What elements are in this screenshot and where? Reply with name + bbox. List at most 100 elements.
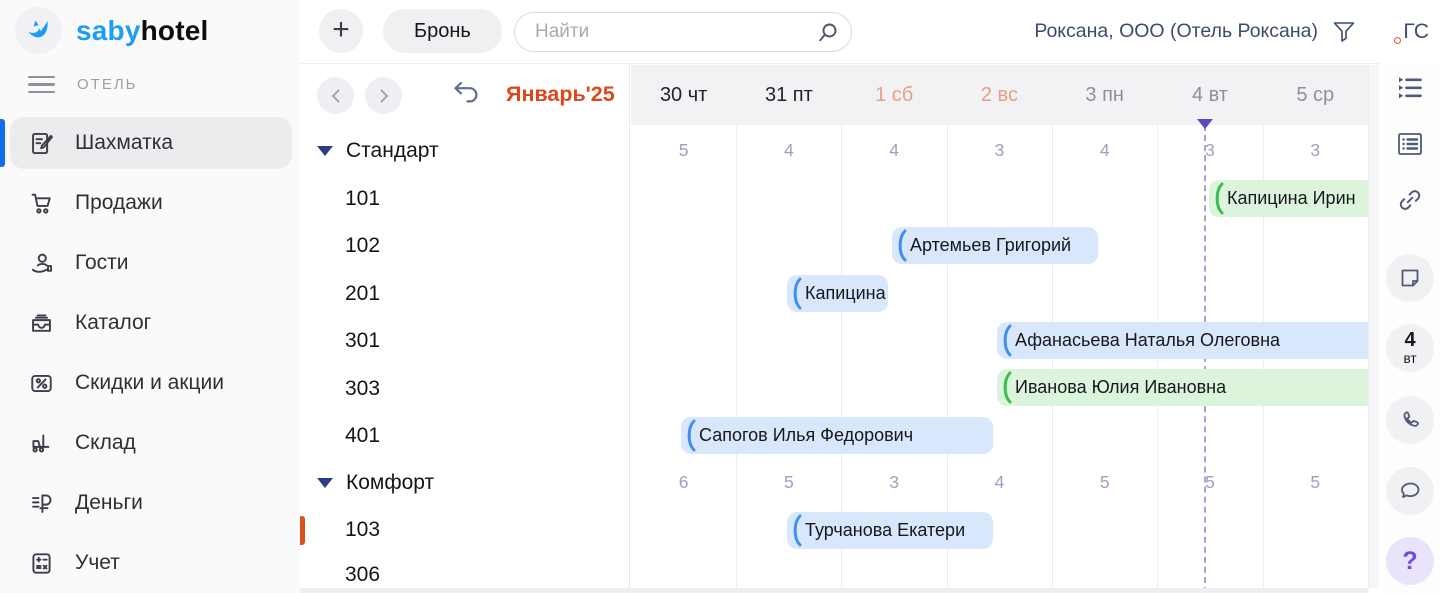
booking-grid: 5 4 4 3 4 3 3 6 5 3 4 5 5 5 Капицина Ири… (631, 125, 1368, 593)
search-icon[interactable] (816, 21, 840, 45)
link-icon[interactable] (1395, 185, 1425, 215)
room-row[interactable]: 101 (345, 186, 380, 212)
sidebar-item-label: Продажи (75, 191, 163, 215)
help-button[interactable]: ? (1386, 537, 1434, 585)
user-badge[interactable]: ГС (1394, 0, 1429, 63)
checkin-edge-icon (1211, 182, 1225, 215)
brand-hotel: hotel (141, 15, 209, 46)
status-dot (1394, 37, 1401, 44)
horizontal-scrollbar[interactable] (300, 588, 1368, 593)
account-selector[interactable]: Роксана, ООО (Отель Роксана) (1034, 0, 1318, 63)
chevron-right-icon (377, 88, 391, 104)
today-dashed-line (1204, 125, 1206, 593)
availability-count: 3 (947, 140, 1052, 161)
day-column-header[interactable]: 3 пн (1052, 65, 1157, 125)
booking-bar[interactable]: Иванова Юлия Ивановна (997, 369, 1368, 406)
booking-bar[interactable]: Афанасьева Наталья Олеговна (997, 322, 1368, 359)
availability-count: 4 (1052, 140, 1157, 161)
vertical-scrollbar[interactable] (1368, 65, 1379, 588)
next-period-button[interactable] (365, 77, 402, 114)
availability-row-standard: 5 4 4 3 4 3 3 (631, 127, 1368, 174)
booking-bar[interactable]: Капицина Ирин (1209, 180, 1368, 217)
day-column-header[interactable]: 31 пт (736, 65, 841, 125)
collapse-triangle-icon (317, 478, 333, 488)
filter-icon[interactable] (1332, 21, 1356, 43)
app-window: sabyhotel ОТЕЛЬ Шахматка Продажи Гости К… (0, 0, 1440, 593)
day-column-header-today[interactable]: 4 вт (1157, 65, 1262, 125)
checkin-edge-icon (789, 277, 803, 310)
catalog-tray-icon (28, 310, 55, 337)
card-list-icon[interactable] (1395, 129, 1425, 159)
sidebar-item-sales[interactable]: Продажи (0, 173, 300, 233)
day-column-header[interactable]: 5 ср (1263, 65, 1368, 125)
room-row[interactable]: 303 (345, 376, 380, 402)
sidebar-item-guests[interactable]: Гости (0, 233, 300, 293)
hamburger-menu-icon[interactable] (28, 76, 55, 93)
category-comfort[interactable]: Комфорт (317, 470, 434, 496)
forklift-icon (28, 430, 55, 457)
room-row[interactable]: 306 (345, 562, 380, 588)
bird-logo-icon (15, 7, 62, 54)
sidebar-item-label: Шахматка (75, 131, 173, 155)
availability-count: 6 (631, 472, 736, 493)
booking-bar[interactable]: Артемьев Григорий (892, 227, 1098, 264)
sidebar-item-chessboard[interactable]: Шахматка (0, 113, 300, 173)
add-button[interactable]: + (319, 9, 363, 53)
day-column-header[interactable]: 1 сб (842, 65, 947, 125)
grid-line (736, 125, 737, 593)
percent-icon (28, 370, 55, 397)
guest-name: Турчанова Екатери (805, 520, 965, 540)
sidebar-item-catalog[interactable]: Каталог (0, 293, 300, 353)
reset-to-today-icon[interactable] (451, 80, 481, 106)
brand-logo[interactable]: sabyhotel (15, 7, 209, 54)
availability-row-comfort: 6 5 3 4 5 5 5 (631, 459, 1368, 506)
sidebar-item-discounts[interactable]: Скидки и акции (0, 353, 300, 413)
room-alert-marker (300, 516, 305, 545)
category-label: Комфорт (346, 470, 434, 496)
sidebar-item-label: Учет (75, 551, 120, 575)
room-row[interactable]: 103 (345, 517, 380, 543)
room-row[interactable]: 201 (345, 281, 380, 307)
phone-button[interactable] (1386, 396, 1434, 444)
availability-count: 3 (1263, 140, 1368, 161)
availability-count: 5 (1052, 472, 1157, 493)
notes-button[interactable] (1386, 254, 1434, 302)
topbar-divider (300, 63, 1440, 64)
panel-divider (629, 65, 630, 588)
booking-bar[interactable]: Капицина (787, 275, 888, 312)
availability-count: 4 (947, 472, 1052, 493)
grid-line (1052, 125, 1053, 593)
guest-name: Сапогов Илья Федорович (699, 425, 913, 445)
booking-bar[interactable]: Сапогов Илья Федорович (681, 417, 993, 454)
search-input[interactable] (515, 13, 851, 51)
month-label[interactable]: Январь'25 (506, 82, 615, 107)
day-column-header[interactable]: 2 вс (947, 65, 1052, 125)
booking-bar[interactable]: Турчанова Екатери (787, 512, 993, 549)
booking-button[interactable]: Бронь (383, 9, 502, 53)
checkin-edge-icon (789, 514, 803, 547)
checkin-edge-icon (999, 324, 1013, 357)
brand-wordmark: sabyhotel (76, 15, 209, 47)
chat-button[interactable] (1386, 467, 1434, 515)
sidebar-item-label: Склад (75, 431, 136, 455)
sidebar-item-accounting[interactable]: Учет (0, 533, 300, 593)
sidebar-item-warehouse[interactable]: Склад (0, 413, 300, 473)
today-weekday: вт (1403, 352, 1416, 366)
guest-name: Иванова Юлия Ивановна (1015, 377, 1226, 397)
room-row[interactable]: 102 (345, 233, 380, 259)
availability-count: 4 (842, 140, 947, 161)
calendar-today-button[interactable]: 4 вт (1386, 324, 1434, 372)
chat-icon (1397, 479, 1423, 503)
room-row[interactable]: 301 (345, 328, 380, 354)
room-row[interactable]: 401 (345, 423, 380, 449)
availability-count: 4 (736, 140, 841, 161)
date-header: 30 чт 31 пт 1 сб 2 вс 3 пн 4 вт 5 ср (631, 65, 1368, 125)
sidebar-item-money[interactable]: Деньги (0, 473, 300, 533)
category-standard[interactable]: Стандарт (317, 138, 439, 164)
day-column-header[interactable]: 30 чт (631, 65, 736, 125)
sidebar-menu: Шахматка Продажи Гости Каталог Скидки и … (0, 113, 300, 593)
guest-icon (28, 250, 55, 277)
checklist-icon[interactable] (1395, 74, 1425, 104)
money-icon (28, 490, 55, 517)
prev-period-button[interactable] (317, 77, 354, 114)
